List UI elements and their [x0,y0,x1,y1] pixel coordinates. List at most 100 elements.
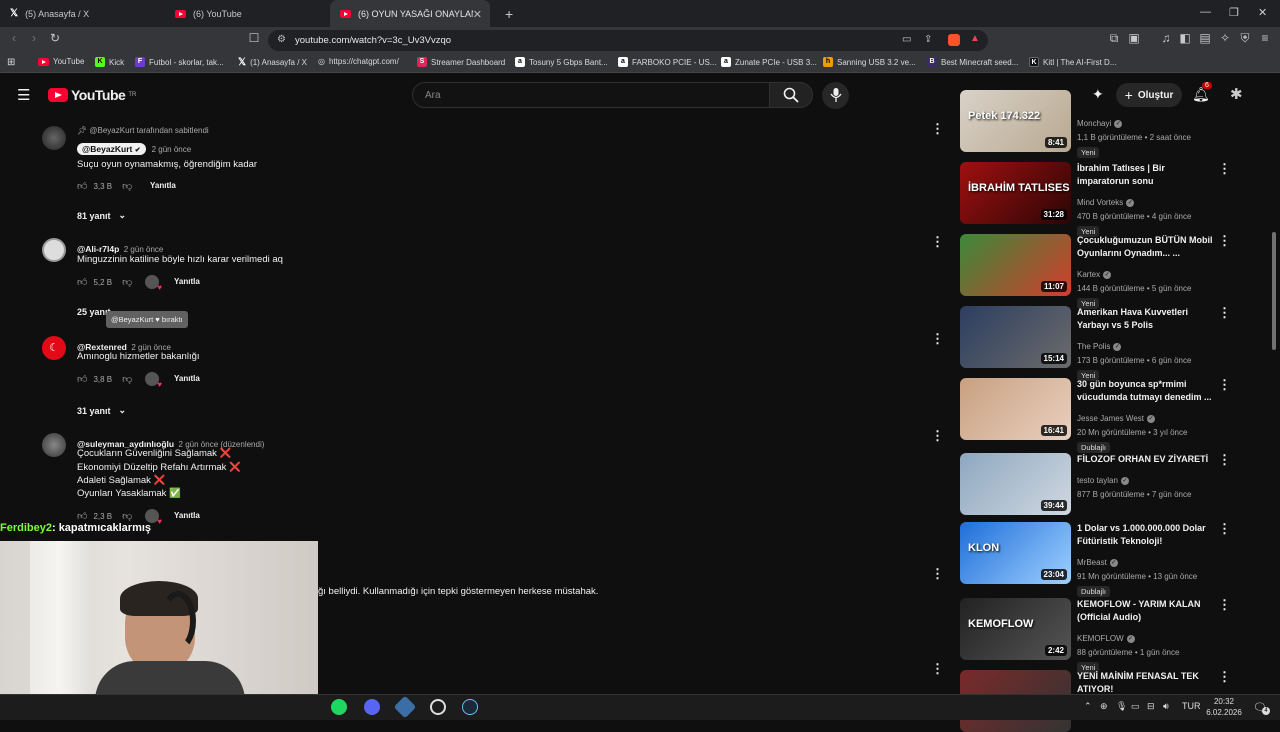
comment-time[interactable]: 2 gün önce [152,145,192,154]
screenshot-icon[interactable]: ▣ [1126,31,1142,45]
bookmark-item[interactable]: F Futbol - skorlar, tak... [135,57,224,67]
page-scrollbar[interactable] [1272,232,1276,350]
video-title[interactable]: Çocukluğumuzun BÜTÜN Mobil Oyunlarını Oy… [1077,234,1215,260]
tray-volume-icon[interactable]: 🔊︎ [1163,701,1169,712]
channel-name[interactable]: Mind Vorteks ✓ [1077,198,1135,207]
avatar[interactable] [42,126,66,150]
video-menu-icon[interactable]: ⋮ [1218,453,1231,466]
dislike-icon[interactable]: 👎︎ [122,510,132,522]
comment-menu-icon[interactable]: ⋮ [931,235,944,248]
tab-x[interactable]: 𝕏 (5) Anasayfa / X [0,0,165,27]
tray-network-icon[interactable]: ⊟ [1147,701,1155,712]
bookmark-item[interactable]: h Sanning USB 3.2 ve... [823,57,916,67]
reply-button[interactable]: Yanıtla [150,181,176,190]
install-app-icon[interactable]: ▭ [902,34,911,45]
tray-display-icon[interactable]: ▭ [1131,701,1140,712]
youtube-logo[interactable]: YouTube TR [48,87,136,103]
media-icon[interactable]: ♫ [1158,31,1174,45]
comment-menu-icon[interactable]: ⋮ [931,332,944,345]
tab-youtube[interactable]: (6) YouTube [165,0,330,27]
bookmark-item[interactable]: B Best Minecraft seed... [927,57,1018,67]
video-title[interactable]: KEMOFLOW - YARIM KALAN (Official Audio) [1077,598,1215,624]
video-menu-icon[interactable]: ⋮ [1218,234,1231,247]
video-title[interactable]: YENİ MAİNİM FENASAL TEK ATIYOR! [1077,670,1215,696]
new-tab-button[interactable]: + [495,0,513,27]
video-title[interactable]: FİLOZOF ORHAN EV ZİYARETİ [1077,453,1215,466]
notifications-button[interactable]: 🔔︎ 6 [1192,82,1212,103]
video-thumbnail[interactable]: 11:07 [960,234,1071,296]
channel-name[interactable]: testo taylan ✓ [1077,476,1129,485]
video-menu-icon[interactable]: ⋮ [1218,306,1231,319]
video-title[interactable]: Amerikan Hava Kuvvetleri Yarbayı vs 5 Po… [1077,306,1215,332]
back-icon[interactable]: ‹ [6,31,22,45]
dislike-icon[interactable]: 👎︎ [122,373,132,385]
channel-name[interactable]: Jesse James West ✓ [1077,414,1155,423]
bookmark-item[interactable]: a Tosuny 5 Gbps Bant... [515,57,608,67]
creator-handle-badge[interactable]: @BeyazKurt ✔ [77,143,146,155]
creator-heart-icon[interactable] [145,372,162,389]
brave-shield-icon[interactable] [948,34,960,46]
video-thumbnail[interactable]: İBRAHİM TATLISES 31:28 [960,162,1071,224]
reply-button[interactable]: Yanıtla [174,511,200,520]
video-thumbnail[interactable]: KLON 23:04 [960,522,1071,584]
site-info-icon[interactable]: ⚙ [277,34,286,45]
reply-button[interactable]: Yanıtla [174,277,200,286]
bookmark-item[interactable]: K Kick [95,57,124,67]
vpn-icon[interactable]: ⛨ [1237,31,1253,46]
close-tab-icon[interactable]: ✕ [473,8,482,21]
create-button[interactable]: + Oluştur [1116,83,1182,107]
video-title[interactable]: 1 Dolar vs 1.000.000.000 Dolar Fütüristi… [1077,522,1215,548]
bookmark-item[interactable]: YouTube [38,57,84,66]
video-thumbnail[interactable]: 15:14 [960,306,1071,368]
steam-icon[interactable] [462,699,478,715]
like-icon[interactable]: 👍︎ [77,276,87,288]
bookmark-star-icon[interactable]: ☐ [246,31,262,45]
video-menu-icon[interactable]: ⋮ [1218,522,1231,535]
leo-ai-icon[interactable]: ✧ [1217,31,1233,45]
clock[interactable]: 20:32 6.02.2026 [1204,696,1244,718]
like-icon[interactable]: 👍︎ [77,373,87,385]
video-menu-icon[interactable]: ⋮ [1218,378,1231,391]
bookmark-item[interactable]: a FARBOKO PCIE - US... [618,57,716,67]
replies-toggle[interactable]: 81 yanıt ⌄ [77,210,126,221]
like-icon[interactable]: 👍︎ [77,180,87,192]
video-menu-icon[interactable]: ⋮ [1218,162,1231,175]
dislike-icon[interactable]: 👎︎ [122,180,132,192]
avatar[interactable] [42,433,66,457]
discord-icon[interactable] [364,699,380,715]
creator-heart-icon[interactable] [145,509,162,526]
video-title[interactable]: 30 gün boyunca sp*rmimi vücudumda tutmay… [1077,378,1215,404]
like-icon[interactable]: 👍︎ [77,510,87,522]
video-menu-icon[interactable]: ⋮ [1218,670,1231,683]
brave-rewards-icon[interactable]: ▲ [970,33,980,44]
minimize-icon[interactable]: — [1200,6,1211,18]
apps-icon[interactable]: ⊞ [7,57,15,68]
search-button[interactable] [769,82,813,108]
channel-name[interactable]: The Polis ✓ [1077,342,1122,351]
reply-button[interactable]: Yanıtla [174,374,200,383]
channel-name[interactable]: Monchayi ✓ [1077,119,1123,128]
tray-app-icon[interactable]: ⊕ [1100,701,1108,712]
close-window-icon[interactable]: ✕ [1258,6,1267,19]
restore-icon[interactable]: ❐ [1229,6,1239,19]
comment-menu-icon[interactable]: ⋮ [931,662,944,675]
replies-toggle[interactable]: 31 yanıt ⌄ [77,405,126,416]
bookmark-item[interactable]: a Zunate PCIe - USB 3... [721,57,817,67]
obs-icon[interactable] [430,699,446,715]
menu-icon[interactable]: ≡ [1257,31,1273,45]
wallet-icon[interactable]: ▤ [1197,31,1213,45]
avatar[interactable] [42,238,66,262]
forward-icon[interactable]: › [26,31,42,45]
video-title[interactable]: İbrahim Tatlıses | Bir imparatorun sonu [1077,162,1215,188]
extensions-icon[interactable]: ⧉ [1106,31,1122,46]
dislike-icon[interactable]: 👎︎ [122,276,132,288]
sidebar-icon[interactable]: ◧ [1177,31,1193,45]
tray-chevron-icon[interactable]: ⌃ [1084,701,1092,712]
creator-heart-icon[interactable] [145,275,162,292]
account-avatar[interactable]: ✱ [1230,85,1243,103]
channel-name[interactable]: MrBeast ✓ [1077,558,1118,567]
reload-icon[interactable]: ↻ [47,31,63,45]
tray-mic-icon[interactable]: 🎙︎ [1116,701,1127,712]
bookmark-item[interactable]: S Streamer Dashboard [417,57,505,67]
video-menu-icon[interactable]: ⋮ [1218,598,1231,611]
